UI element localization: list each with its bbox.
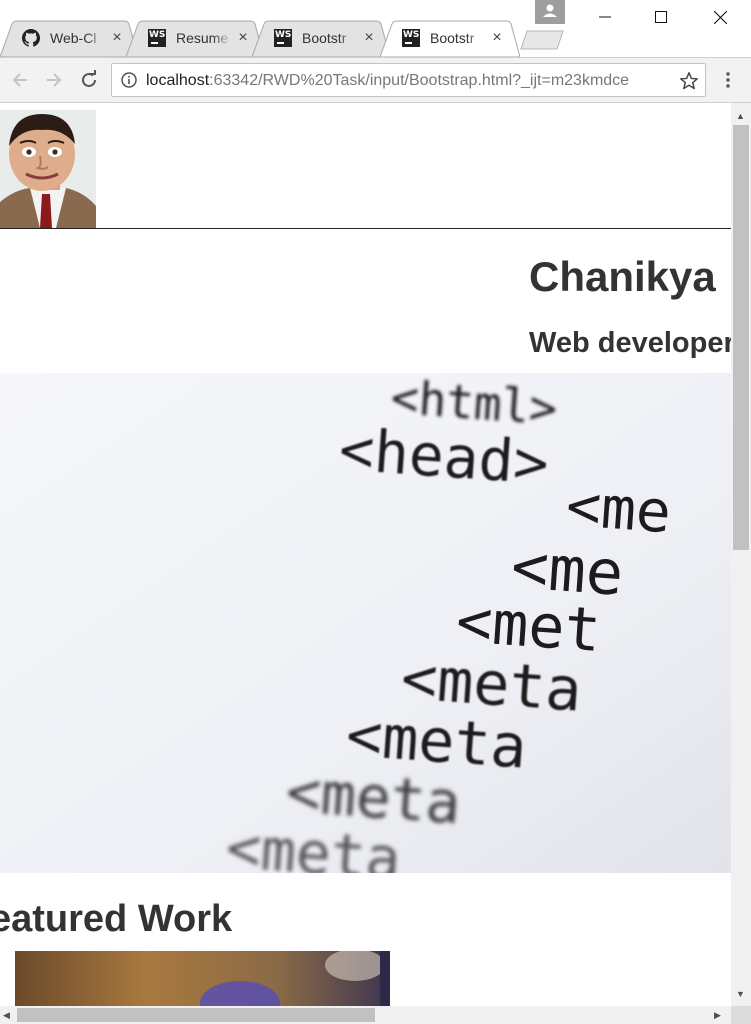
vertical-scroll-thumb[interactable]: [733, 125, 749, 550]
webstorm-icon: WS: [402, 29, 420, 47]
close-icon: [713, 10, 727, 24]
tab-web-cl[interactable]: Web-Cl ×: [0, 20, 138, 57]
tab-bootstrap-active[interactable]: WS Bootstr ×: [380, 20, 520, 57]
minimize-icon: [599, 16, 611, 18]
new-tab-button[interactable]: [520, 30, 564, 50]
browser-menu-button[interactable]: [718, 68, 738, 92]
tab-title: Resume: [176, 30, 229, 46]
hero-image: <html> <head> <me <me <met <meta <meta <…: [0, 373, 731, 873]
address-bar[interactable]: localhost:63342/RWD%20Task/input/Bootstr…: [111, 63, 706, 97]
scroll-up-icon[interactable]: ▲: [736, 111, 745, 121]
profile-avatar-icon[interactable]: [535, 0, 565, 24]
tab-close-icon[interactable]: ×: [488, 29, 506, 47]
featured-work-image[interactable]: [15, 951, 390, 1006]
scroll-right-icon[interactable]: ▶: [714, 1010, 721, 1020]
job-title: Web developer: [529, 327, 731, 359]
horizontal-scroll-thumb[interactable]: [17, 1008, 375, 1022]
browser-toolbar: localhost:63342/RWD%20Task/input/Bootstr…: [0, 57, 751, 103]
tab-close-icon[interactable]: ×: [234, 29, 252, 47]
reload-icon: [82, 70, 96, 87]
browser-tab-strip: Web-Cl × WS Resume × WS Bootstr × WS Boo…: [0, 0, 751, 57]
tab-resume[interactable]: WS Resume ×: [126, 20, 264, 57]
maximize-button[interactable]: [632, 0, 690, 34]
url-host: localhost: [146, 72, 210, 89]
tab-title: Bootstr: [302, 30, 347, 46]
github-icon: [22, 29, 40, 47]
forward-button[interactable]: [42, 68, 66, 92]
page-viewport: Chanikya Web developer <html> <head> <me…: [0, 103, 731, 1006]
webstorm-icon: WS: [274, 29, 292, 47]
url-path: :63342/RWD%20Task/input/Bootstrap.html?_…: [209, 72, 630, 89]
scroll-left-icon[interactable]: ◀: [3, 1010, 10, 1020]
tab-title: Web-Cl: [50, 30, 97, 46]
minimize-button[interactable]: [576, 0, 634, 34]
more-vert-icon: [726, 72, 730, 88]
back-button[interactable]: [8, 68, 32, 92]
info-icon[interactable]: [121, 72, 137, 88]
reload-button[interactable]: [77, 68, 101, 92]
forward-arrow-icon: [47, 73, 62, 87]
vertical-scrollbar[interactable]: ▲ ▼: [731, 103, 751, 1006]
tab-bootstrap-1[interactable]: WS Bootstr ×: [252, 20, 390, 57]
tab-close-icon[interactable]: ×: [360, 29, 378, 47]
profile-photo: [0, 110, 96, 228]
scrollbar-corner: [731, 1006, 751, 1024]
scroll-down-icon[interactable]: ▼: [736, 989, 745, 999]
url-text[interactable]: localhost:63342/RWD%20Task/input/Bootstr…: [146, 71, 672, 91]
tab-title: Bootstr: [430, 30, 475, 46]
maximize-icon: [655, 11, 667, 23]
bookmark-star-icon[interactable]: [678, 70, 700, 92]
featured-work-heading: eatured Work: [0, 898, 233, 940]
page-title: Chanikya: [529, 253, 716, 300]
tab-close-icon[interactable]: ×: [108, 29, 126, 47]
back-arrow-icon: [12, 73, 27, 87]
webstorm-icon: WS: [148, 29, 166, 47]
close-window-button[interactable]: [691, 0, 749, 34]
header-divider: [0, 228, 731, 229]
horizontal-scrollbar[interactable]: ◀ ▶: [0, 1006, 731, 1024]
